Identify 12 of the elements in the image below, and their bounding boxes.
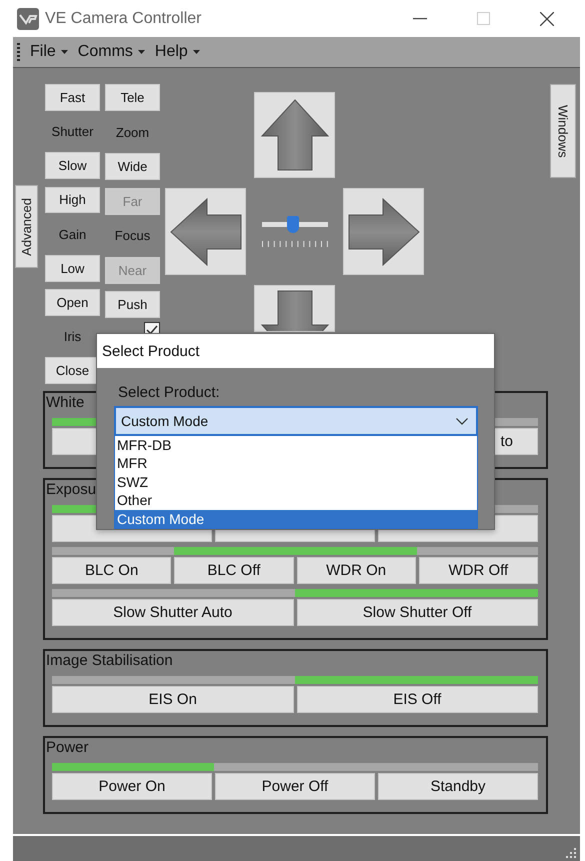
group-title: Image Stabilisation [46,651,173,671]
control-label: Iris [64,329,82,344]
group-title: White [46,393,84,413]
field-label: Select Product: [118,384,221,401]
group-title: Power [46,738,89,758]
control-label: Focus [114,228,150,243]
group-title: Exposu [46,480,96,500]
control-label: Zoom [116,124,150,140]
control-label: Gain [58,226,86,242]
window-title: VE Camera Controller [45,10,202,28]
dialog-title: Select Product [102,342,200,360]
control-label: Shutter [52,124,94,139]
